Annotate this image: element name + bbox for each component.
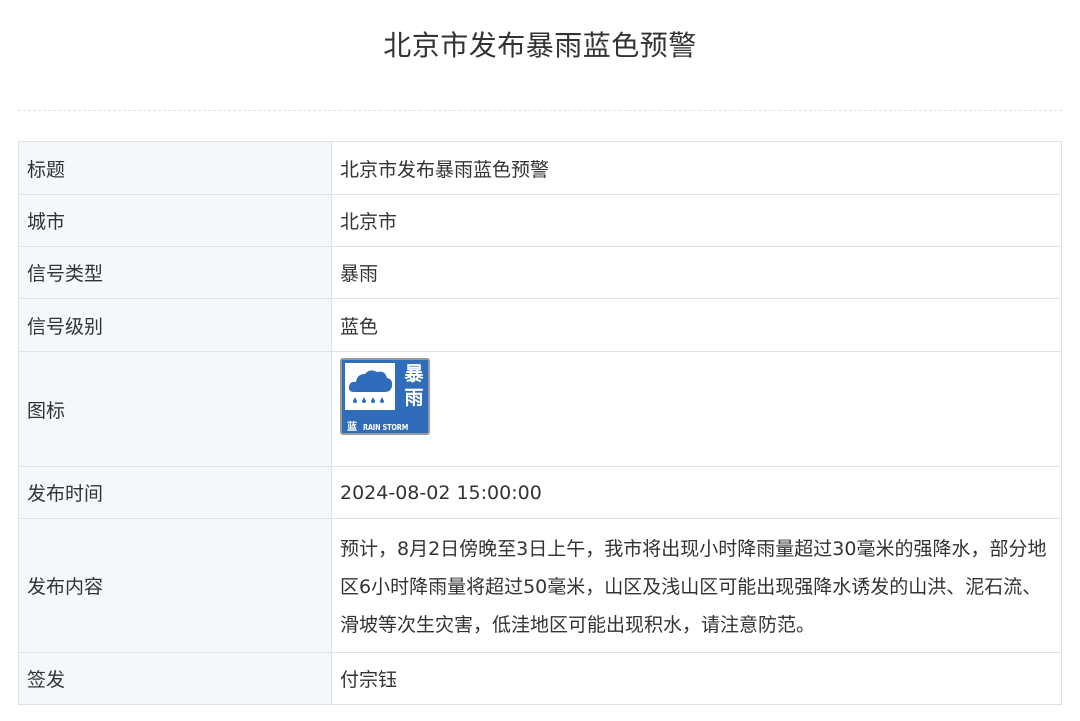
table-row-city: 城市 北京市: [18, 194, 1062, 247]
icon-char-top: 暴: [404, 363, 424, 385]
row-value-issuer: 付宗钰: [331, 652, 1062, 705]
rainstorm-blue-warning-icon: 暴 雨 蓝 RAIN STORM: [340, 358, 430, 435]
icon-bottom-strip: 蓝 RAIN STORM: [345, 413, 427, 433]
row-value-publish-time: 2024-08-02 15:00:00: [331, 466, 1062, 519]
icon-level-char: 蓝: [347, 422, 357, 433]
table-row-icon: 图标 暴 雨 蓝 RAIN STORM: [18, 351, 1062, 467]
warning-info-table: 标题 北京市发布暴雨蓝色预警 城市 北京市 信号类型 暴雨 信号级别 蓝色 图标: [18, 141, 1062, 705]
row-value-signal-level: 蓝色: [331, 298, 1062, 352]
table-row-title: 标题 北京市发布暴雨蓝色预警: [18, 141, 1062, 195]
row-label-title: 标题: [18, 141, 332, 195]
row-label-city: 城市: [18, 194, 332, 247]
cloud-rain-icon: [345, 363, 395, 410]
icon-english-label: RAIN STORM: [363, 423, 409, 432]
row-value-icon: 暴 雨 蓝 RAIN STORM: [331, 351, 1062, 467]
row-value-title: 北京市发布暴雨蓝色预警: [331, 141, 1062, 195]
row-label-publish-time: 发布时间: [18, 466, 332, 519]
row-label-content: 发布内容: [18, 518, 332, 653]
icon-char-bottom: 雨: [404, 387, 424, 409]
row-label-signal-level: 信号级别: [18, 298, 332, 352]
table-row-publish-time: 发布时间 2024-08-02 15:00:00: [18, 466, 1062, 519]
icon-chinese-label: 暴 雨: [400, 362, 428, 410]
table-row-issuer: 签发 付宗钰: [18, 652, 1062, 705]
table-row-signal-type: 信号类型 暴雨: [18, 246, 1062, 299]
table-row-signal-level: 信号级别 蓝色: [18, 298, 1062, 352]
row-value-city: 北京市: [331, 194, 1062, 247]
page-title: 北京市发布暴雨蓝色预警: [383, 29, 697, 62]
row-value-signal-type: 暴雨: [331, 246, 1062, 299]
row-value-content-cell: 预计，8月2日傍晚至3日上午，我市将出现小时降雨量超过30毫米的强降水，部分地区…: [331, 518, 1062, 653]
table-row-content: 发布内容 预计，8月2日傍晚至3日上午，我市将出现小时降雨量超过30毫米的强降水…: [18, 518, 1062, 653]
row-label-signal-type: 信号类型: [18, 246, 332, 299]
row-label-issuer: 签发: [18, 652, 332, 705]
row-value-content: 预计，8月2日傍晚至3日上午，我市将出现小时降雨量超过30毫米的强降水，部分地区…: [340, 538, 1047, 636]
row-label-icon: 图标: [18, 351, 332, 467]
title-divider: [18, 110, 1062, 111]
